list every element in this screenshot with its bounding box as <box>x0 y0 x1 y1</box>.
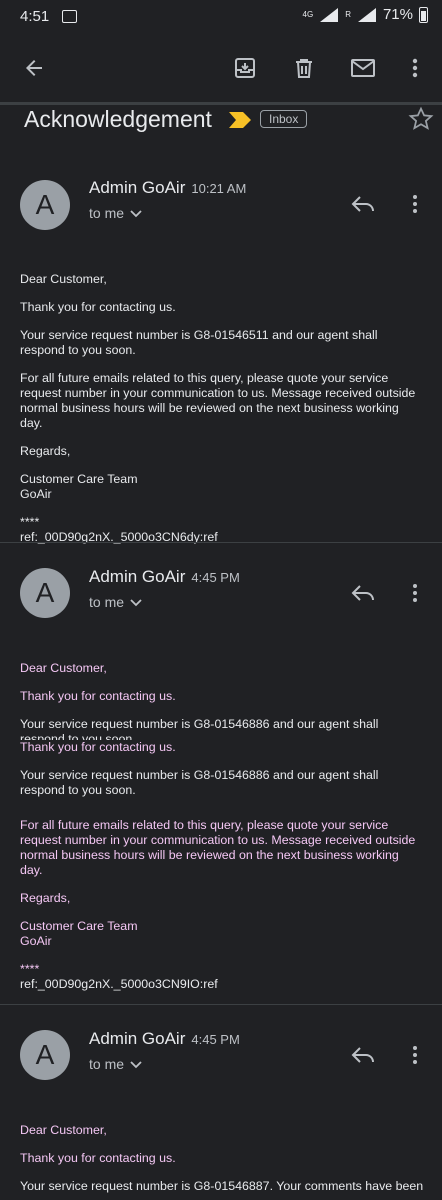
message-time: 10:21 AM <box>191 181 247 196</box>
signal-roaming-icon <box>357 7 376 22</box>
thanks-line: Thank you for contacting us. <box>20 689 176 703</box>
reply-icon[interactable] <box>348 578 378 608</box>
future-emails-line: For all future emails related to this qu… <box>20 371 416 430</box>
battery-icon <box>419 6 428 23</box>
message-more-icon[interactable] <box>400 189 430 219</box>
sender-name: Admin GoAir <box>89 567 186 586</box>
recipient-toggle[interactable]: to me <box>89 594 142 610</box>
sender-line[interactable]: Admin GoAir 10:21 AM <box>89 178 246 198</box>
battery-percent: 71% <box>382 6 413 23</box>
status-indicators: 4G R 71% <box>303 6 428 23</box>
message-time: 4:45 PM <box>191 1032 240 1047</box>
toolbar <box>0 36 442 100</box>
sender-line[interactable]: Admin GoAir 4:45 PM <box>89 1029 240 1049</box>
recipient-text: to me <box>89 205 125 221</box>
delete-icon[interactable] <box>288 52 320 84</box>
subject-title: Acknowledgement <box>24 106 212 132</box>
avatar[interactable]: A <box>20 180 70 230</box>
future-emails-line: For all future emails related to this qu… <box>20 818 416 877</box>
status-bar: 4:51 4G R 71% <box>0 0 442 36</box>
subject-row: Acknowledgement Inbox <box>24 104 434 140</box>
chevron-down-icon <box>130 210 142 218</box>
sender-name: Admin GoAir <box>89 1029 186 1048</box>
reply-icon[interactable] <box>348 1040 378 1070</box>
ref-line: ref:_00D90g2nX._5000o3CN9IO:ref <box>20 977 218 991</box>
inbox-label[interactable]: Inbox <box>260 110 308 128</box>
team-line: Customer Care Team <box>20 472 138 486</box>
important-marker-icon[interactable] <box>229 112 251 128</box>
chevron-down-icon <box>130 1061 142 1069</box>
greeting: Dear Customer, <box>20 661 107 675</box>
stars-line: **** <box>20 962 40 976</box>
mail-icon[interactable] <box>347 52 379 84</box>
service-request-line: Your service request number is G8-015468… <box>20 717 379 740</box>
recipient-toggle[interactable]: to me <box>89 205 142 221</box>
sender-line[interactable]: Admin GoAir 4:45 PM <box>89 567 240 587</box>
regards-line: Regards, <box>20 444 71 458</box>
greeting: Dear Customer, <box>20 1123 107 1137</box>
avatar[interactable]: A <box>20 1030 70 1080</box>
archive-icon[interactable] <box>229 52 261 84</box>
clipped-quote: Your service request number is G8-015468… <box>20 717 424 740</box>
sender-name: Admin GoAir <box>89 178 186 197</box>
regards-line: Regards, <box>20 891 71 905</box>
avatar[interactable]: A <box>20 568 70 618</box>
thanks-line: Thank you for contacting us. <box>20 300 176 314</box>
message-separator <box>0 542 442 543</box>
message-body: Dear Customer, Thank you for contacting … <box>20 272 424 545</box>
service-request-line: Your service request number is G8-015465… <box>20 328 378 357</box>
message-separator <box>0 1004 442 1005</box>
status-time: 4:51 <box>20 8 50 25</box>
service-request-line: Your service request number is G8-015468… <box>20 1179 424 1193</box>
gallery-notification-icon <box>62 10 77 23</box>
company-line: GoAir <box>20 487 52 501</box>
thanks-line-repeat: Thank you for contacting us. <box>20 740 176 754</box>
message-more-icon[interactable] <box>400 1040 430 1070</box>
message-more-icon[interactable] <box>400 578 430 608</box>
message-body: Dear Customer, Thank you for contacting … <box>20 661 424 992</box>
signal-icon <box>320 7 339 22</box>
reply-icon[interactable] <box>348 189 378 219</box>
network-type: 4G <box>302 10 314 19</box>
roaming-indicator: R <box>345 10 351 19</box>
team-line: Customer Care Team <box>20 919 138 933</box>
company-line: GoAir <box>20 934 52 948</box>
chevron-down-icon <box>130 599 142 607</box>
service-request-line-repeat: Your service request number is G8-015468… <box>20 768 379 797</box>
stars-line: **** <box>20 515 40 529</box>
greeting: Dear Customer, <box>20 272 107 286</box>
thanks-line: Thank you for contacting us. <box>20 1151 176 1165</box>
message-time: 4:45 PM <box>191 570 240 585</box>
message-body: Dear Customer, Thank you for contacting … <box>20 1123 424 1200</box>
more-vert-icon[interactable] <box>399 52 431 84</box>
back-arrow-icon[interactable] <box>18 52 50 84</box>
recipient-text: to me <box>89 1056 125 1072</box>
star-icon[interactable] <box>408 106 434 132</box>
recipient-toggle[interactable]: to me <box>89 1056 142 1072</box>
recipient-text: to me <box>89 594 125 610</box>
